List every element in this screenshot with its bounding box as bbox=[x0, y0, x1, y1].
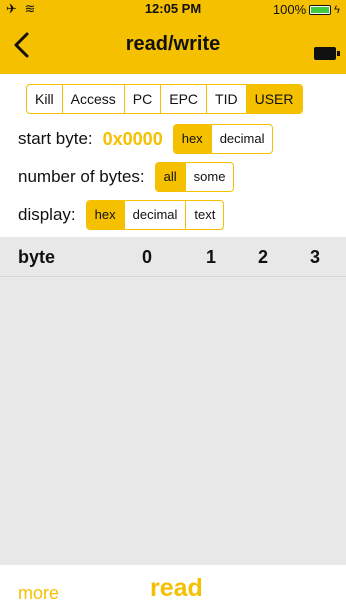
charging-icon: ϟ bbox=[334, 3, 340, 16]
tab-tid[interactable]: TID bbox=[206, 85, 246, 113]
display-row: display: hex decimal text bbox=[18, 200, 225, 230]
bytes-all-option[interactable]: all bbox=[155, 163, 185, 191]
start-byte-hex-option[interactable]: hex bbox=[173, 125, 211, 153]
column-header-0: 0 bbox=[142, 247, 153, 267]
nav-bar: read/write bbox=[0, 18, 346, 74]
status-battery-fill bbox=[311, 6, 330, 13]
byte-table[interactable]: byte 0 1 2 3 bbox=[0, 237, 346, 565]
battery-percent: 100% bbox=[272, 2, 307, 17]
status-bar: ✈ ≋ 12:05 PM 100% ϟ bbox=[0, 0, 346, 18]
read-button[interactable]: read bbox=[150, 574, 203, 603]
memory-bank-selector: Kill Access PC EPC TID USER bbox=[26, 84, 303, 114]
footer-toolbar: more read bbox=[0, 565, 346, 610]
bytes-some-option[interactable]: some bbox=[184, 163, 234, 191]
status-right: 100% ϟ bbox=[273, 2, 340, 17]
display-label: display: bbox=[18, 205, 76, 224]
battery-icon[interactable] bbox=[314, 47, 340, 60]
start-byte-decimal-option[interactable]: decimal bbox=[210, 125, 273, 153]
column-header-1: 1 bbox=[206, 247, 217, 267]
start-byte-format-selector: hex decimal bbox=[172, 124, 274, 154]
display-hex-option[interactable]: hex bbox=[86, 201, 124, 229]
table-header: byte 0 1 2 3 bbox=[0, 237, 346, 277]
column-header-byte: byte bbox=[18, 247, 56, 267]
page-title: read/write bbox=[125, 33, 221, 55]
start-byte-label: start byte: bbox=[18, 129, 93, 148]
column-header-3: 3 bbox=[310, 247, 321, 267]
display-text-option[interactable]: text bbox=[185, 201, 223, 229]
display-decimal-option[interactable]: decimal bbox=[123, 201, 186, 229]
status-battery-icon bbox=[309, 4, 332, 15]
number-of-bytes-row: number of bytes: all some bbox=[18, 162, 235, 192]
display-format-selector: hex decimal text bbox=[85, 200, 225, 230]
tab-epc[interactable]: EPC bbox=[160, 85, 206, 113]
tab-pc[interactable]: PC bbox=[123, 85, 160, 113]
column-header-2: 2 bbox=[258, 247, 269, 267]
tab-user[interactable]: USER bbox=[245, 85, 302, 113]
number-of-bytes-label: number of bytes: bbox=[18, 167, 145, 186]
number-of-bytes-selector: all some bbox=[154, 162, 235, 192]
more-button[interactable]: more bbox=[18, 583, 59, 604]
start-byte-value[interactable]: 0x0000 bbox=[103, 129, 163, 150]
tab-access[interactable]: Access bbox=[61, 85, 124, 113]
tab-kill[interactable]: Kill bbox=[27, 85, 62, 113]
start-byte-row: start byte: 0x0000 hex decimal bbox=[18, 124, 274, 154]
